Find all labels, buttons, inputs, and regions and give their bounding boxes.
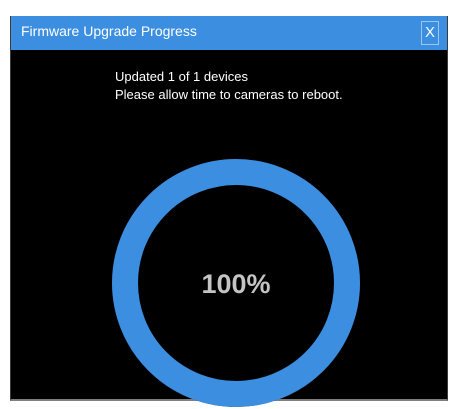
close-button[interactable]: X [421, 21, 439, 45]
progress-ring: 100% [111, 158, 361, 408]
status-message: Updated 1 of 1 devices Please allow time… [115, 68, 343, 104]
firmware-upgrade-dialog: Firmware Upgrade Progress X Updated 1 of… [10, 16, 448, 407]
progress-ring-graphic: 100% [112, 159, 360, 407]
dialog-title: Firmware Upgrade Progress [21, 23, 197, 39]
status-line-reboot: Please allow time to cameras to reboot. [115, 87, 343, 102]
progress-percent: 100% [201, 269, 270, 299]
dialog-titlebar[interactable]: Firmware Upgrade Progress X [11, 16, 447, 50]
status-line-updated: Updated 1 of 1 devices [115, 69, 248, 84]
